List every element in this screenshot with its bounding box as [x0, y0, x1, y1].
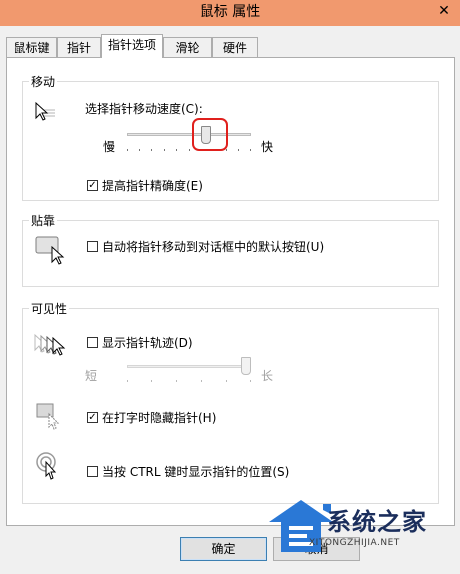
speed-thumb-highlight — [192, 118, 228, 151]
ctrl-locate-checkbox[interactable] — [87, 466, 98, 477]
motion-group-title: 移动 — [29, 73, 58, 90]
trail-slider-track — [127, 365, 251, 368]
snap-group-title: 贴靠 — [29, 212, 58, 229]
snap-label[interactable]: 自动将指针移动到对话框中的默认按钮(U) — [102, 238, 324, 255]
hide-typing-label[interactable]: 在打字时隐藏指针(H) — [102, 409, 216, 426]
trails-label[interactable]: 显示指针轨迹(D) — [102, 334, 193, 351]
pointer-speed-icon — [35, 101, 55, 121]
ok-button[interactable]: 确定 — [180, 537, 267, 561]
title-bar: 鼠标 属性 ✕ — [0, 0, 460, 26]
slow-label: 慢 — [103, 140, 116, 154]
close-icon[interactable]: ✕ — [434, 0, 454, 24]
tab-pointers[interactable]: 指针 — [57, 37, 101, 57]
speed-label: 选择指针移动速度(C): — [85, 102, 203, 116]
long-label: 长 — [261, 369, 274, 383]
trails-checkbox[interactable] — [87, 337, 98, 348]
precision-label[interactable]: 提高指针精确度(E) — [102, 177, 203, 194]
tab-pointer-options[interactable]: 指针选项 — [101, 34, 163, 58]
visibility-group: 可见性 显示指针轨迹(D) 短 长 ✓ 在打字时隐藏指针(H) 当按 CTRL — [22, 300, 439, 504]
pointer-trails-icon — [34, 333, 66, 356]
tab-label: 硬件 — [222, 41, 247, 55]
snap-to-button-icon — [35, 236, 65, 265]
speed-slider-track[interactable] — [127, 133, 251, 136]
tab-mouse-buttons[interactable]: 鼠标键 — [6, 37, 57, 57]
snap-checkbox[interactable] — [87, 241, 98, 252]
locate-pointer-icon — [36, 452, 57, 480]
snap-group: 贴靠 自动将指针移动到对话框中的默认按钮(U) — [22, 212, 439, 287]
window-title: 鼠标 属性 — [199, 4, 261, 20]
short-label: 短 — [85, 369, 98, 383]
tab-panel: 移动 选择指针移动速度(C): 慢 快 ✓ 提高指针精确度(E) 贴靠 自动将指… — [6, 57, 455, 526]
watermark-url: XITONGZHIJIA.NET — [309, 538, 400, 548]
fast-label: 快 — [261, 140, 274, 154]
hide-pointer-icon — [36, 403, 60, 430]
tab-label: 滑轮 — [175, 41, 200, 55]
trail-slider-thumb — [241, 357, 251, 375]
site-watermark: 系统之家 XITONGZHIJIA.NET — [265, 494, 460, 574]
motion-group: 移动 选择指针移动速度(C): 慢 快 ✓ 提高指针精确度(E) — [22, 73, 439, 201]
speed-slider-ticks — [127, 149, 251, 152]
hide-typing-checkbox[interactable]: ✓ — [87, 412, 98, 423]
tab-label: 指针 — [66, 41, 91, 55]
watermark-text: 系统之家 — [327, 508, 427, 536]
precision-checkbox[interactable]: ✓ — [87, 180, 98, 191]
tab-hardware[interactable]: 硬件 — [212, 37, 258, 57]
tab-label: 指针选项 — [107, 38, 156, 52]
tab-wheel[interactable]: 滑轮 — [163, 37, 212, 57]
visibility-group-title: 可见性 — [29, 300, 70, 317]
trail-slider-ticks — [127, 380, 251, 383]
tab-label: 鼠标键 — [13, 41, 50, 55]
ctrl-locate-label[interactable]: 当按 CTRL 键时显示指针的位置(S) — [102, 463, 289, 480]
